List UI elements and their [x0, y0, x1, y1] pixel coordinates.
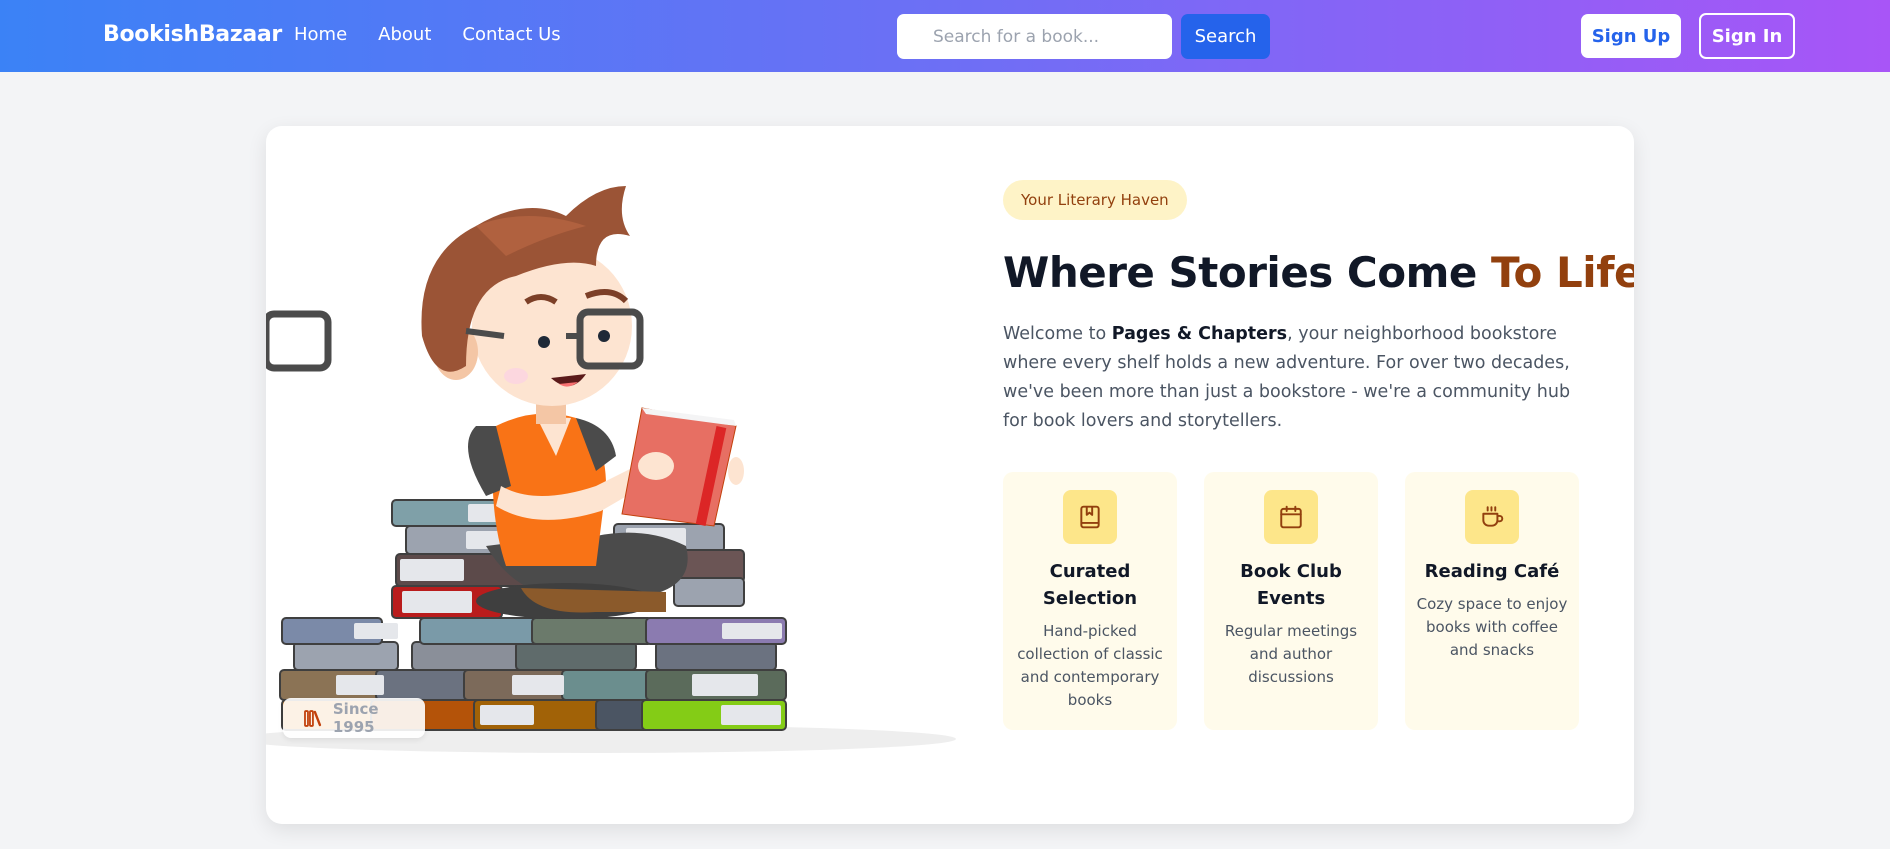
feature-description: Hand-picked collection of classic and co… — [1017, 622, 1163, 709]
feature-description: Cozy space to enjoy books with coffee an… — [1416, 595, 1568, 659]
headline-main: Where Stories Come — [1003, 248, 1491, 297]
feature-title: Curated Selection — [1042, 561, 1138, 609]
nav-links: Home About Contact Us — [294, 24, 592, 45]
hero-headline: Where Stories Come To Life — [1003, 248, 1634, 297]
books-icon — [304, 710, 322, 727]
intro-prefix: Welcome to — [1003, 324, 1112, 344]
feature-card-curated: Curated Selection Hand-picked collection… — [1003, 472, 1177, 730]
feature-title: Reading Café — [1424, 561, 1560, 582]
sign-in-button[interactable]: Sign In — [1699, 13, 1795, 59]
nav-link-contact[interactable]: Contact Us — [462, 24, 560, 45]
calendar-icon — [1264, 490, 1318, 544]
literary-haven-tag: Your Literary Haven — [1003, 180, 1187, 220]
since-label: Since 1995 — [332, 700, 379, 736]
since-badge: Since 1995 — [283, 698, 425, 738]
search-button[interactable]: Search — [1181, 14, 1270, 59]
feature-list: Curated Selection Hand-picked collection… — [1003, 472, 1579, 730]
brand-logo[interactable]: BookishBazaar — [103, 22, 282, 47]
feature-card-reading-cafe: Reading Café Cozy space to enjoy books w… — [1405, 472, 1579, 730]
bookmark-book-icon — [1063, 490, 1117, 544]
store-name: Pages & Chapters — [1111, 324, 1288, 344]
hero-card: Since 1995 Your Literary Haven Where Sto… — [266, 126, 1634, 824]
feature-description: Regular meetings and author discussions — [1224, 622, 1358, 686]
sign-up-button[interactable]: Sign Up — [1581, 14, 1681, 58]
coffee-cup-icon — [1465, 490, 1519, 544]
feature-title: Book Club Events — [1240, 561, 1342, 609]
search-input[interactable] — [897, 14, 1172, 59]
nav-link-about[interactable]: About — [378, 24, 431, 45]
feature-card-book-club: Book Club Events Regular meetings and au… — [1204, 472, 1378, 730]
nav-link-home[interactable]: Home — [294, 24, 347, 45]
headline-accent: To Life — [1490, 248, 1634, 297]
intro-paragraph: Welcome to Pages & Chapters, your neighb… — [1003, 320, 1573, 436]
top-navbar: BookishBazaar Home About Contact Us Sear… — [0, 0, 1890, 72]
